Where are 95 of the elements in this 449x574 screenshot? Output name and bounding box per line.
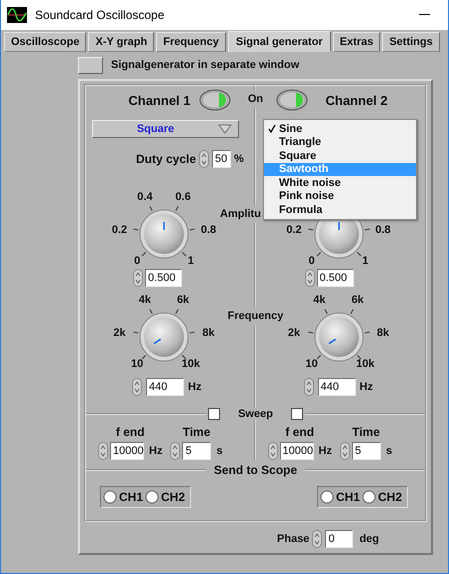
scale-label: 2k [288, 327, 300, 340]
menu-item[interactable]: Formula [264, 203, 416, 216]
menu-item[interactable]: Pink noise [264, 190, 416, 203]
spinner-icon[interactable] [268, 442, 278, 460]
channel-label: Channel 2 [326, 92, 388, 108]
radio-label: CH2 [378, 490, 402, 504]
value-field[interactable]: 50 [212, 150, 232, 168]
scale-label: 10 [306, 358, 318, 370]
menu-item[interactable]: Triangle [264, 136, 416, 149]
spinner-icon[interactable] [132, 378, 142, 396]
value-field[interactable]: 0.500 [316, 268, 354, 286]
send-to-scope-label: Send to Scope [212, 463, 298, 477]
radio-button[interactable] [145, 490, 160, 504]
tab[interactable]: Extras [332, 32, 380, 52]
f-end-label: f end [285, 425, 314, 439]
unit-label: Hz [318, 444, 332, 456]
radio-button[interactable] [320, 490, 334, 504]
channel-label: Channel 1 [128, 92, 190, 108]
scale-label: 8k [376, 327, 390, 340]
spinner-icon[interactable] [340, 442, 350, 460]
scale-label: 4k [138, 294, 152, 306]
spinner-icon[interactable] [133, 268, 143, 286]
frequency-label: Frequency [228, 307, 284, 325]
waveform-dropdown[interactable]: Square [92, 120, 239, 138]
value-field[interactable]: 0 [325, 530, 354, 548]
scale-label: 0.4 [137, 190, 153, 203]
minimize-icon[interactable] [419, 14, 430, 16]
scale-label: 10k [356, 358, 375, 370]
spinner-icon[interactable] [199, 150, 210, 168]
toggle-button[interactable] [78, 56, 103, 74]
tab[interactable]: Settings [382, 32, 440, 52]
value-field[interactable]: 440 [146, 378, 184, 396]
value-field[interactable]: 0.500 [145, 268, 182, 286]
unit-label: % [234, 153, 244, 165]
tab[interactable]: Signal generator [228, 31, 331, 52]
dropdown-arrow-icon [218, 124, 232, 134]
value-field[interactable]: 5 [182, 442, 212, 460]
time-label: Time [352, 425, 380, 439]
scale-label: 1 [362, 254, 368, 267]
separate-window-label: Signalgenerator in separate window [111, 59, 300, 71]
scale-label: 0 [308, 254, 315, 267]
value-field[interactable]: 5 [352, 442, 381, 460]
toggle-switch[interactable] [198, 89, 230, 111]
scale-label: 6k [351, 294, 364, 306]
unit-label: s [216, 444, 223, 456]
check-icon [268, 124, 276, 134]
on-label: On [248, 90, 264, 108]
value-field[interactable]: 10000 [110, 442, 144, 460]
scale-label: 1 [188, 254, 194, 267]
spinner-icon[interactable] [312, 530, 322, 548]
menu-item[interactable]: Square [264, 149, 416, 162]
radio-label: CH1 [119, 490, 144, 504]
scale-label: 8k [202, 327, 215, 340]
sweep-label: Sweep [237, 408, 274, 420]
duty-cycle-label: Duty cycle [136, 152, 196, 166]
radio-button[interactable] [362, 490, 376, 504]
spinner-icon[interactable] [98, 442, 108, 460]
radio-label: CH2 [161, 490, 186, 504]
scale-label: 0 [134, 254, 140, 267]
unit-label: Hz [188, 380, 202, 392]
time-label: Time [182, 425, 210, 439]
app-icon [7, 7, 27, 23]
spinner-icon[interactable] [304, 268, 314, 286]
radio-label: CH1 [336, 490, 360, 504]
tab[interactable]: Oscilloscope [4, 32, 86, 52]
value-field[interactable]: 10000 [280, 442, 314, 460]
toggle-switch[interactable] [276, 89, 308, 111]
unit-label: deg [359, 533, 379, 545]
amplitude-label: Amplitu [220, 205, 261, 223]
checkbox[interactable] [208, 408, 220, 420]
scale-label: 0.8 [200, 224, 216, 236]
scale-label: 6k [176, 294, 190, 306]
tab[interactable]: X-Y graph [88, 32, 154, 52]
checkbox[interactable] [290, 408, 303, 420]
scale-label: 0.6 [175, 190, 191, 203]
scale-label: 4k [313, 294, 326, 306]
radio-button[interactable] [103, 490, 117, 504]
f-end-label: f end [116, 425, 145, 439]
menu-item[interactable]: White noise [264, 176, 416, 190]
phase-label: Phase [277, 533, 310, 545]
spinner-icon[interactable] [304, 378, 314, 396]
scale-label: 2k [113, 327, 126, 340]
scale-label: 0.2 [286, 224, 302, 236]
unit-label: s [386, 444, 392, 456]
scale-label: 10k [182, 358, 200, 370]
tab[interactable]: Frequency [156, 32, 226, 52]
value-field[interactable]: 440 [318, 378, 356, 396]
scale-label: 0.8 [375, 224, 391, 236]
scale-label: 0.2 [112, 224, 128, 236]
window-title: Soundcard Oscilloscope [35, 8, 164, 22]
unit-label: Hz [149, 444, 162, 456]
spinner-icon[interactable] [170, 442, 180, 460]
menu-item[interactable]: Sine [264, 122, 416, 136]
unit-label: Hz [360, 380, 373, 392]
scale-label: 10 [131, 358, 144, 370]
